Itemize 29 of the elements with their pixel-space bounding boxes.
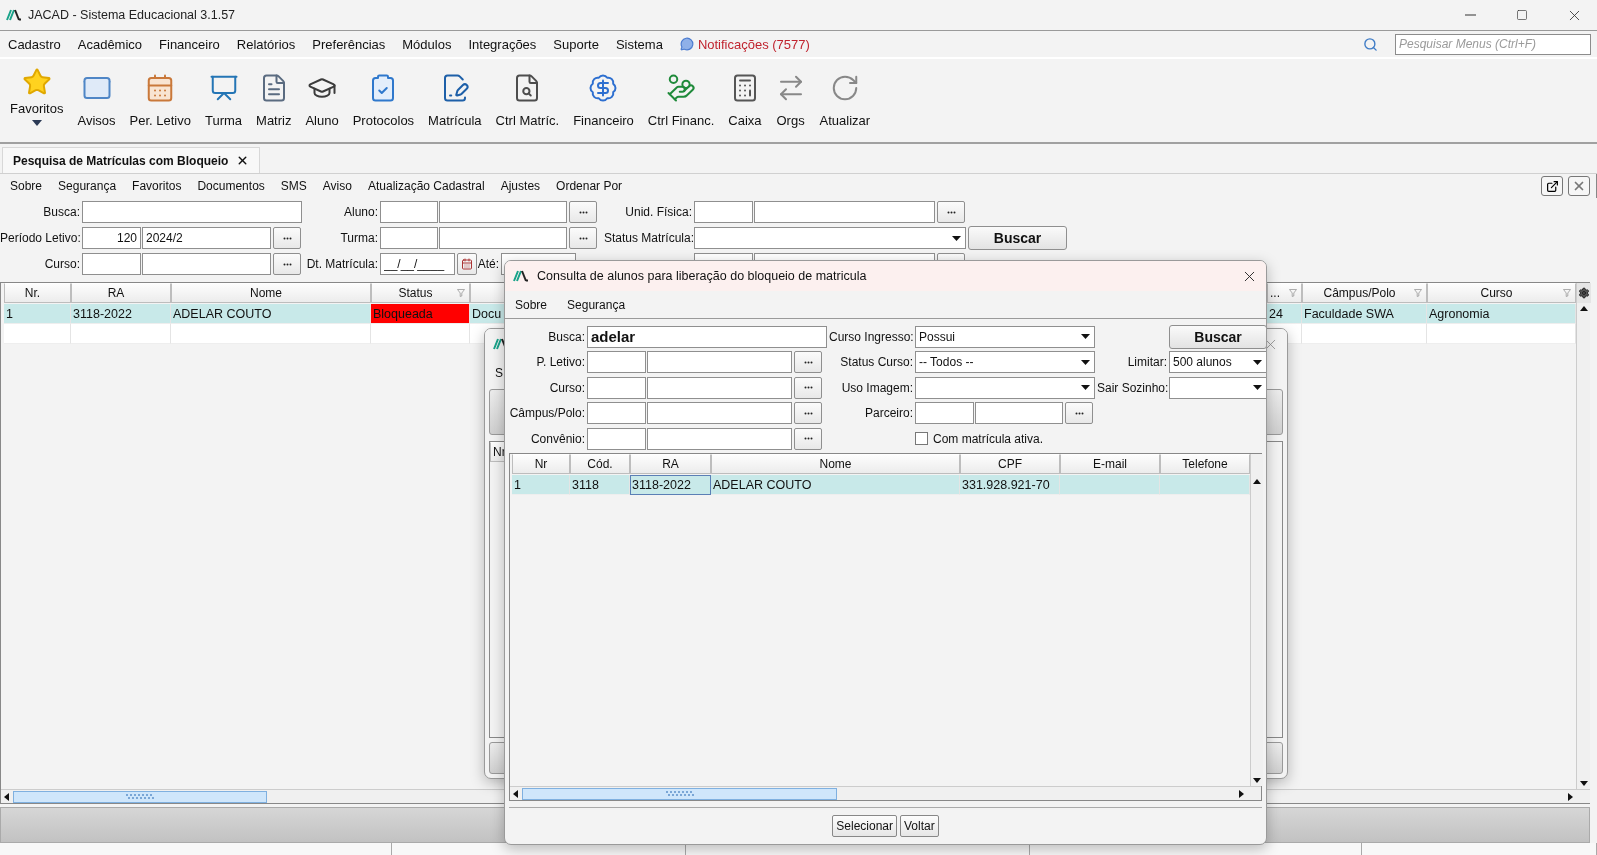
- field-label: Busca:: [547, 329, 585, 344]
- field-label: Status Curso:: [839, 355, 913, 370]
- table-cell: Bloqueada: [371, 304, 470, 324]
- table-cell: 3118: [570, 475, 630, 495]
- field-label: Curso:: [548, 380, 585, 395]
- field-label: Câmpus/Polo:: [508, 406, 585, 421]
- field-label: Status Matrícula:: [604, 231, 694, 245]
- table-cell: 331.928.921-70: [960, 475, 1060, 495]
- window-title: JACAD - Sistema Educacional 3.1.57: [28, 8, 237, 22]
- field-label: P. Letivo:: [535, 355, 585, 370]
- field-label: Sair Sozinho:: [1097, 380, 1167, 395]
- field-label: Até:: [477, 257, 500, 271]
- field-label: Parceiro:: [863, 406, 913, 421]
- field-label: Curso:: [43, 257, 81, 271]
- field-label: Unid. Física:: [624, 205, 693, 219]
- table-cell: 3118-2022: [630, 475, 711, 495]
- checkbox-label: Com matrícula ativa.: [933, 431, 1044, 446]
- field-label: Turma:: [339, 231, 379, 245]
- table-cell: 1: [512, 475, 570, 495]
- field-label: Curso Ingresso:: [829, 329, 913, 344]
- field-label: Aluno:: [342, 205, 379, 219]
- field-label: Convênio:: [529, 431, 585, 446]
- dialog-title: Consulta de alunos para liberação do bloqueio de matricula: [537, 269, 868, 283]
- field-label: Período Letivo:: [0, 231, 82, 245]
- field-label: Busca:: [42, 205, 81, 219]
- table-cell: ADELAR COUTO: [711, 475, 960, 495]
- field-label: Limitar:: [1126, 355, 1167, 370]
- field-label: Uso Imagem:: [840, 380, 913, 395]
- field-label: Dt. Matrícula:: [305, 257, 379, 271]
